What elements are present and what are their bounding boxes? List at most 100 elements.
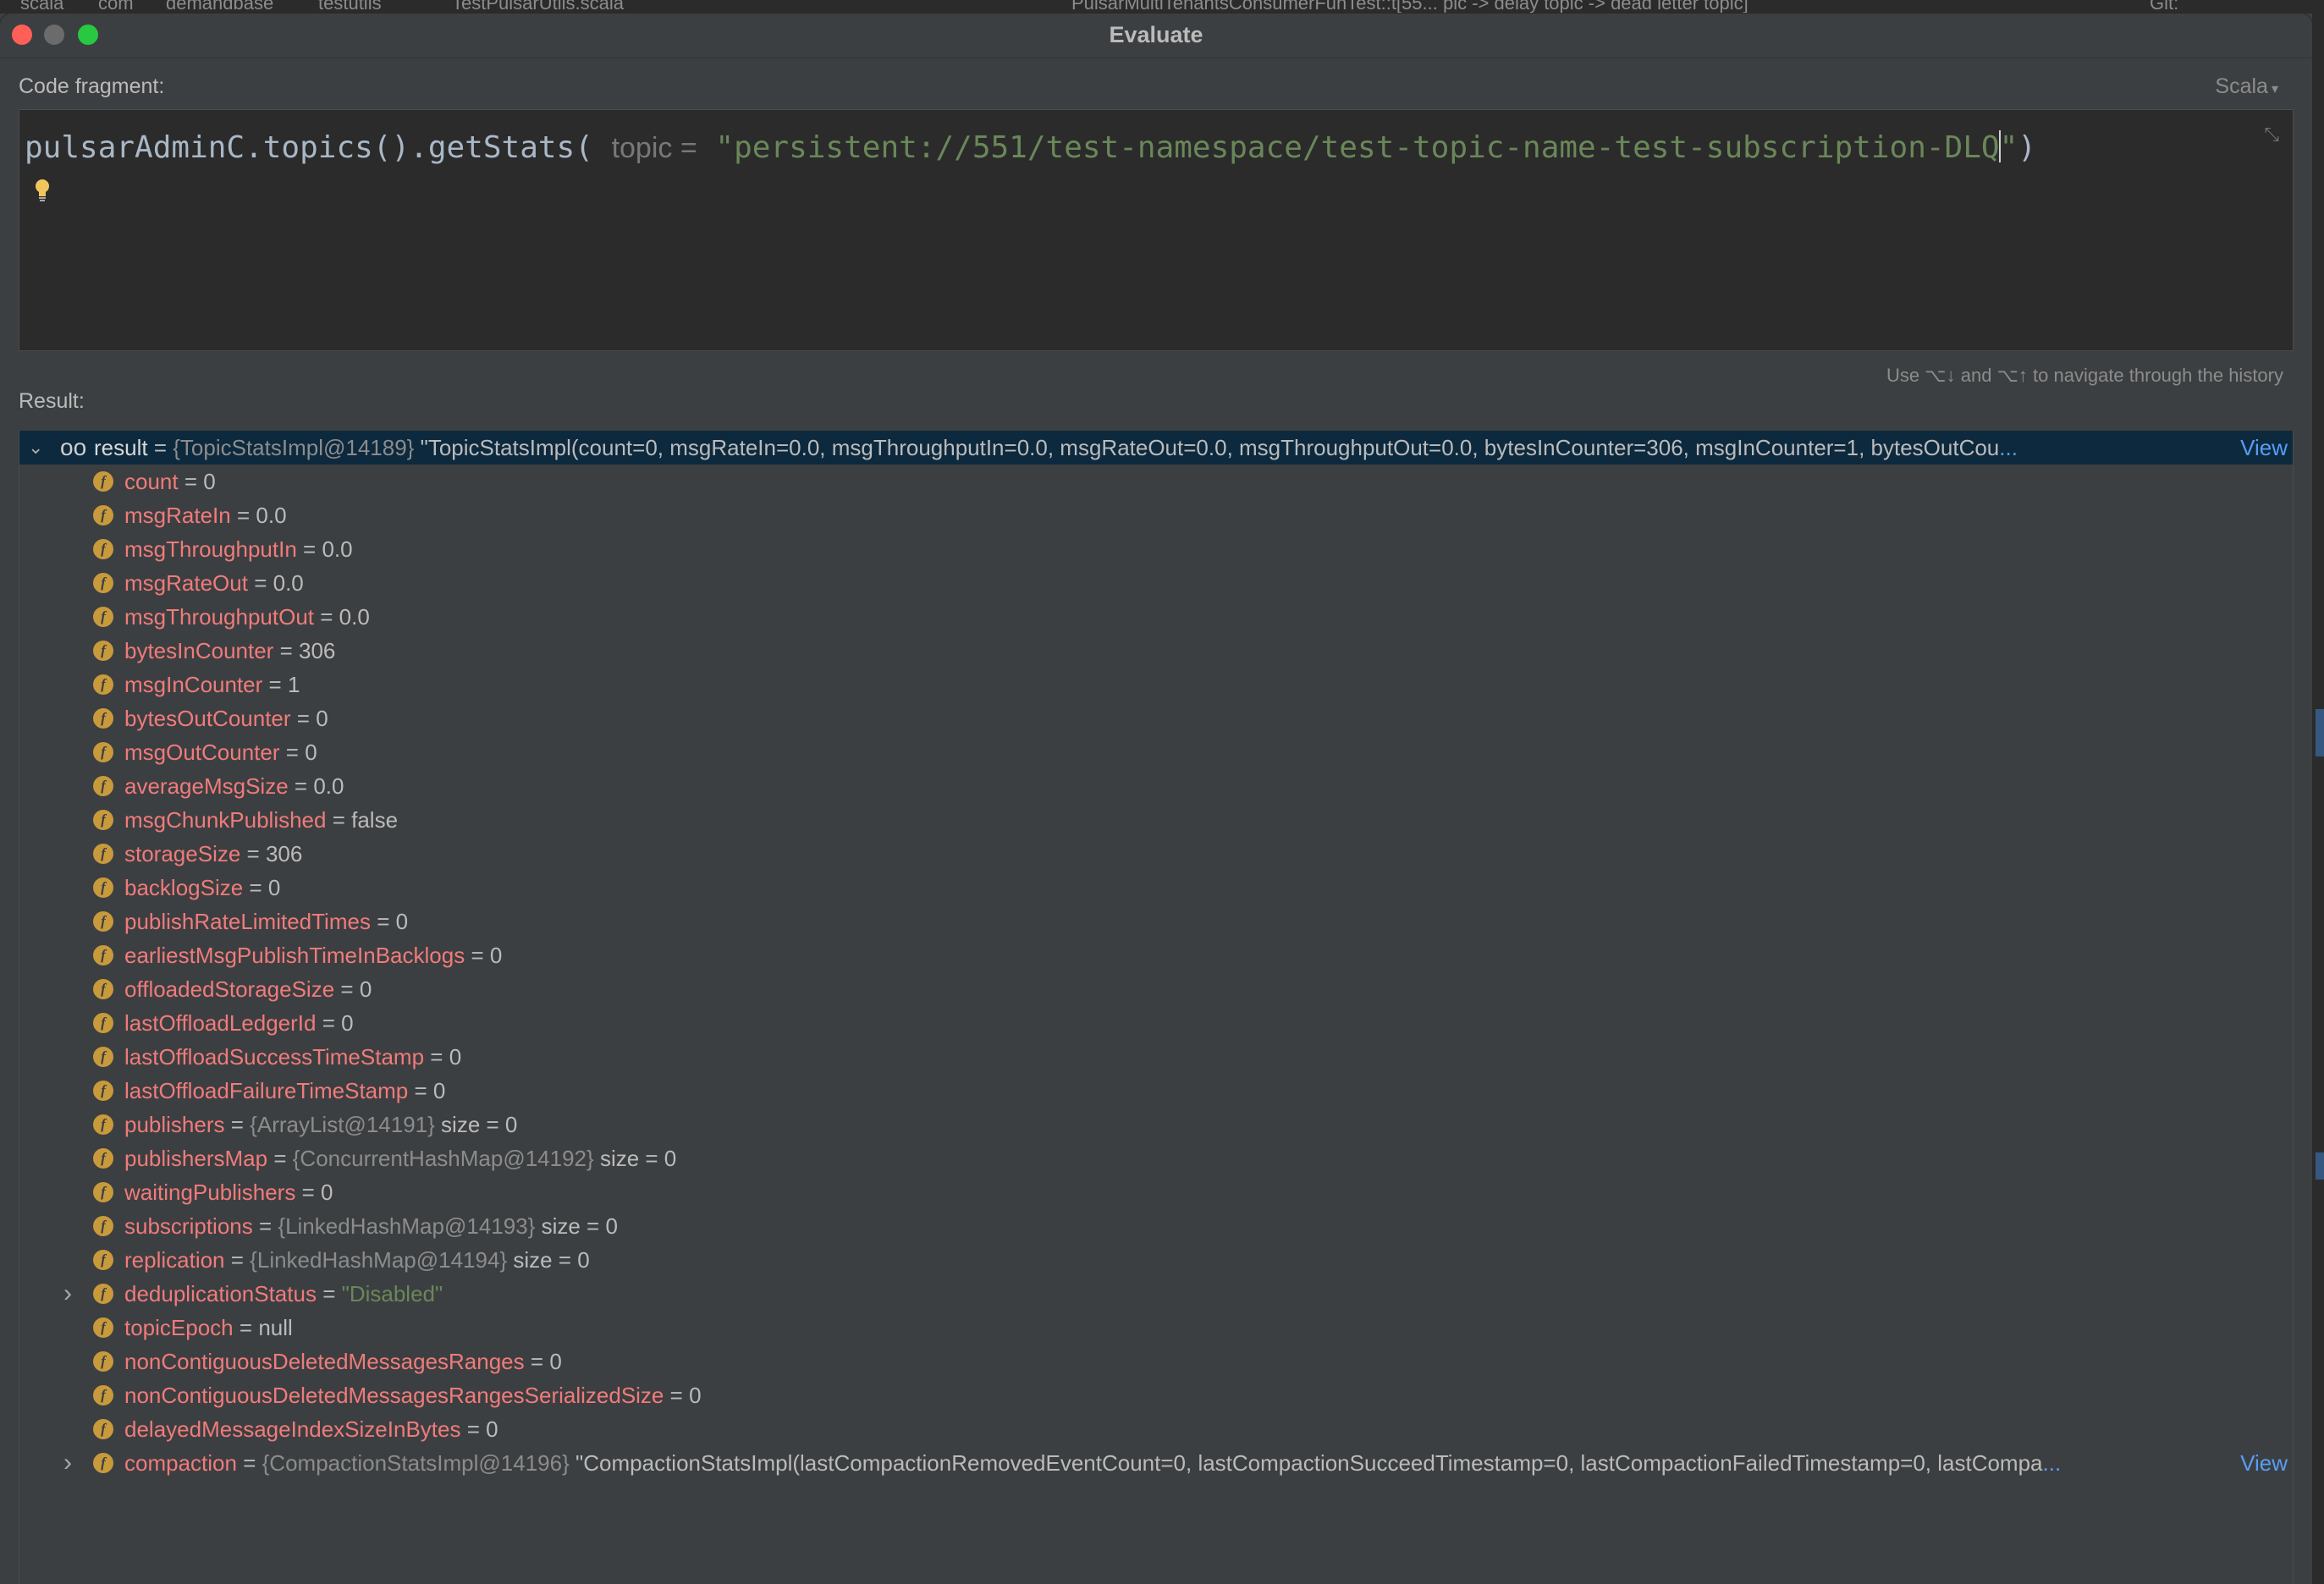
chevron-right-icon[interactable]: ›	[63, 1446, 72, 1480]
field-value: 306	[298, 638, 336, 663]
field-value: 0	[267, 875, 281, 900]
field-name: averageMsgSize	[124, 773, 289, 799]
field-value: 0	[549, 1349, 562, 1374]
field-row-msgRateIn[interactable]: f msgRateIn = 0.0	[19, 498, 2293, 532]
language-selector[interactable]: Scala ▾	[2215, 74, 2278, 99]
equals-sign: =	[243, 1450, 256, 1476]
dialog-titlebar: Evaluate	[0, 14, 2312, 58]
field-text: nonContiguousDeletedMessagesRanges = 0	[124, 1345, 562, 1378]
scroll-marker	[2316, 709, 2324, 756]
field-icon: f	[93, 674, 113, 695]
field-row-nonContiguousDeletedMessagesRangesSerializedSize[interactable]: f nonContiguousDeletedMessagesRangesSeria…	[19, 1378, 2293, 1412]
result-value: "TopicStatsImpl(count=0, msgRateIn=0.0, …	[420, 435, 2000, 460]
field-name: bytesOutCounter	[124, 706, 291, 731]
view-link[interactable]: View	[2239, 431, 2288, 465]
field-row-count[interactable]: f count = 0	[19, 465, 2293, 498]
lightbulb-icon[interactable]	[33, 178, 52, 203]
field-row-earliestMsgPublishTimeInBacklogs[interactable]: f earliestMsgPublishTimeInBacklogs = 0	[19, 938, 2293, 972]
field-text: earliestMsgPublishTimeInBacklogs = 0	[124, 938, 502, 972]
field-row-deduplicationStatus[interactable]: › f deduplicationStatus = "Disabled"	[19, 1277, 2293, 1311]
field-name: replication	[124, 1247, 225, 1273]
field-value: 0	[689, 1383, 702, 1408]
field-value: 0	[432, 1078, 446, 1103]
field-row-backlogSize[interactable]: f backlogSize = 0	[19, 871, 2293, 905]
field-icon: f	[93, 1013, 113, 1033]
field-name: count	[124, 469, 179, 494]
breadcrumb-item: Git:	[2150, 0, 2179, 14]
field-text: averageMsgSize = 0.0	[124, 769, 344, 803]
field-icon: f	[93, 1351, 113, 1372]
field-icon: f	[93, 742, 113, 762]
field-row-msgThroughputIn[interactable]: f msgThroughputIn = 0.0	[19, 532, 2293, 566]
field-icon: f	[93, 1250, 113, 1270]
field-icon: f	[93, 1284, 113, 1304]
field-row-delayedMessageIndexSizeInBytes[interactable]: f delayedMessageIndexSizeInBytes = 0	[19, 1412, 2293, 1446]
field-row-msgInCounter[interactable]: f msgInCounter = 1	[19, 668, 2293, 701]
field-name: nonContiguousDeletedMessagesRangesSerial…	[124, 1383, 664, 1408]
breadcrumb-item: testutils	[318, 0, 382, 14]
field-row-averageMsgSize[interactable]: f averageMsgSize = 0.0	[19, 769, 2293, 803]
field-row-compaction[interactable]: › f compaction = {CompactionStatsImpl@1419…	[19, 1446, 2293, 1480]
field-text: msgThroughputOut = 0.0	[124, 600, 370, 634]
field-name: bytesInCounter	[124, 638, 274, 663]
field-row-storageSize[interactable]: f storageSize = 306	[19, 837, 2293, 871]
field-text: msgThroughputIn = 0.0	[124, 532, 353, 566]
field-icon: f	[93, 979, 113, 999]
field-text: bytesOutCounter = 0	[124, 701, 328, 735]
result-ref: {TopicStatsImpl@14189}	[173, 435, 415, 460]
field-row-waitingPublishers[interactable]: f waitingPublishers = 0	[19, 1175, 2293, 1209]
equals-sign: =	[322, 1281, 336, 1306]
field-text: msgInCounter = 1	[124, 668, 300, 701]
field-icon: f	[93, 1385, 113, 1405]
equals-sign: =	[340, 976, 354, 1002]
field-value: 306	[265, 841, 303, 866]
equals-sign: =	[530, 1349, 544, 1374]
field-row-nonContiguousDeletedMessagesRanges[interactable]: f nonContiguousDeletedMessagesRanges = 0	[19, 1345, 2293, 1378]
field-row-subscriptions[interactable]: f subscriptions = {LinkedHashMap@14193} s…	[19, 1209, 2293, 1243]
field-row-msgChunkPublished[interactable]: f msgChunkPublished = false	[19, 803, 2293, 837]
view-link[interactable]: View	[2239, 1446, 2288, 1480]
equals-sign: =	[332, 807, 345, 833]
field-row-msgOutCounter[interactable]: f msgOutCounter = 0	[19, 735, 2293, 769]
evaluate-dialog: Evaluate Code fragment: Scala ▾ pulsarAdm…	[0, 14, 2312, 1584]
chevron-down-icon[interactable]: ⌄	[28, 431, 43, 465]
field-name: topicEpoch	[124, 1315, 234, 1340]
field-row-publishRateLimitedTimes[interactable]: f publishRateLimitedTimes = 0	[19, 905, 2293, 938]
field-name: compaction	[124, 1450, 237, 1476]
field-value: 0.0	[322, 536, 353, 562]
field-row-bytesInCounter[interactable]: f bytesInCounter = 306	[19, 634, 2293, 668]
field-row-offloadedStorageSize[interactable]: f offloadedStorageSize = 0	[19, 972, 2293, 1006]
equals-sign: =	[254, 570, 267, 596]
field-name: msgInCounter	[124, 672, 263, 697]
field-row-lastOffloadSuccessTimeStamp[interactable]: f lastOffloadSuccessTimeStamp = 0	[19, 1040, 2293, 1074]
field-name: publishersMap	[124, 1146, 268, 1171]
field-name: msgThroughputOut	[124, 604, 315, 630]
field-text: topicEpoch = null	[124, 1311, 293, 1345]
collapse-editor-icon[interactable]: ⤡	[2264, 124, 2279, 146]
field-row-lastOffloadLedgerId[interactable]: f lastOffloadLedgerId = 0	[19, 1006, 2293, 1040]
field-row-topicEpoch[interactable]: f topicEpoch = null	[19, 1311, 2293, 1345]
field-row-replication[interactable]: f replication = {LinkedHashMap@14194} siz…	[19, 1243, 2293, 1277]
field-row-bytesOutCounter[interactable]: f bytesOutCounter = 0	[19, 701, 2293, 735]
field-value: 0	[320, 1180, 333, 1205]
result-root-row[interactable]: ⌄ oo result = {TopicStatsImpl@14189} "To…	[19, 431, 2293, 465]
field-icon: f	[93, 1081, 113, 1101]
result-tree[interactable]: ⌄ oo result = {TopicStatsImpl@14189} "To…	[19, 431, 2294, 1584]
field-row-publishersMap[interactable]: f publishersMap = {ConcurrentHashMap@1419…	[19, 1141, 2293, 1175]
equals-sign: =	[230, 1247, 244, 1273]
field-row-msgRateOut[interactable]: f msgRateOut = 0.0	[19, 566, 2293, 600]
field-row-lastOffloadFailureTimeStamp[interactable]: f lastOffloadFailureTimeStamp = 0	[19, 1074, 2293, 1108]
field-value: size = 0	[599, 1146, 677, 1171]
code-line[interactable]: pulsarAdminC.topics().getStats( topic = …	[25, 130, 2036, 165]
watch-glasses-icon: oo	[60, 434, 87, 460]
field-text: lastOffloadLedgerId = 0	[124, 1006, 354, 1040]
field-text: count = 0	[124, 465, 216, 498]
field-text: publishRateLimitedTimes = 0	[124, 905, 408, 938]
chevron-right-icon[interactable]: ›	[63, 1277, 72, 1311]
field-row-msgThroughputOut[interactable]: f msgThroughputOut = 0.0	[19, 600, 2293, 634]
field-row-publishers[interactable]: f publishers = {ArrayList@14191} size = 0	[19, 1108, 2293, 1141]
field-value: 1	[287, 672, 300, 697]
equals-sign: =	[296, 706, 310, 731]
field-icon: f	[93, 1419, 113, 1439]
code-editor[interactable]: pulsarAdminC.topics().getStats( topic = …	[19, 109, 2294, 351]
